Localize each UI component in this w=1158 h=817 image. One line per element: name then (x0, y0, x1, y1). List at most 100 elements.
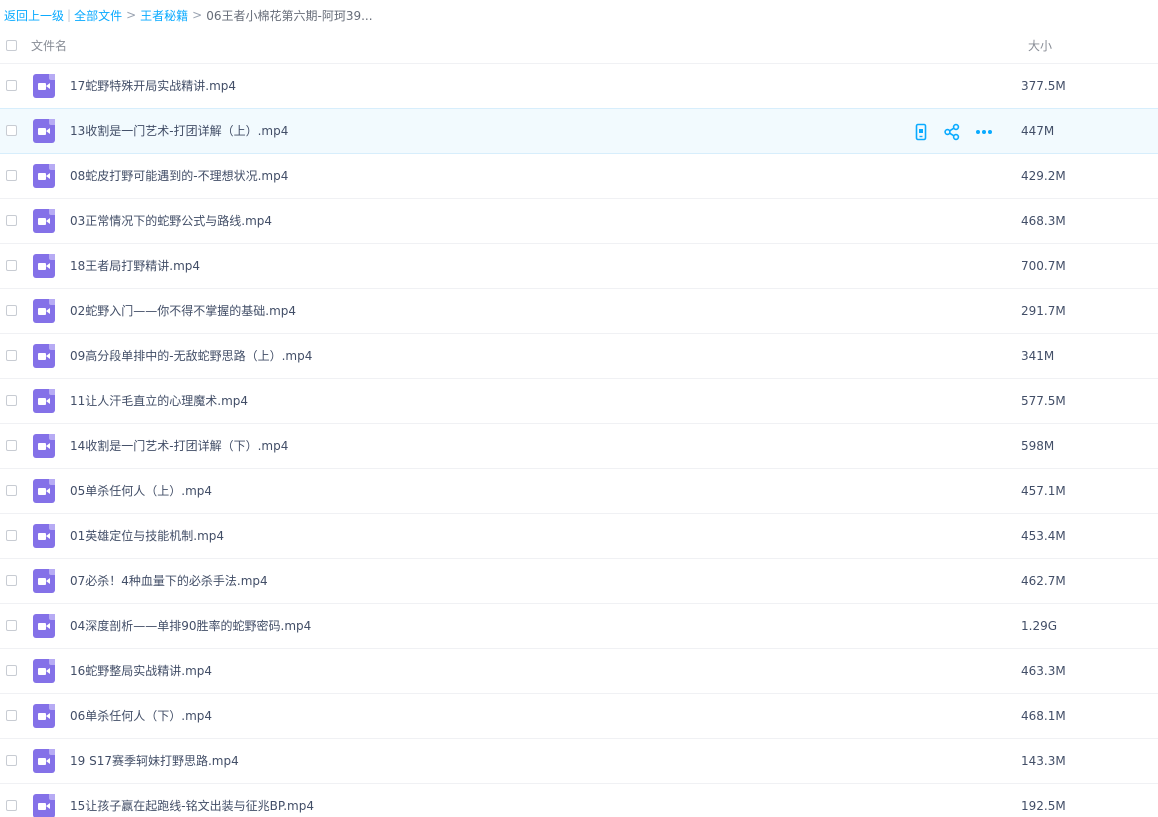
file-size: 377.5M (1021, 79, 1066, 93)
row-checkbox[interactable] (6, 350, 17, 361)
file-row[interactable]: 19 S17赛季轲妹打野思路.mp4 143.3M (0, 739, 1158, 784)
file-size: 468.3M (1021, 214, 1066, 228)
row-checkbox[interactable] (6, 620, 17, 631)
breadcrumb-separator: > (126, 8, 137, 22)
file-name[interactable]: 06单杀任何人（下）.mp4 (70, 694, 212, 739)
file-size: 457.1M (1021, 484, 1066, 498)
file-name[interactable]: 03正常情况下的蛇野公式与路线.mp4 (70, 199, 272, 244)
row-checkbox[interactable] (6, 170, 17, 181)
file-size: 700.7M (1021, 259, 1066, 273)
file-name[interactable]: 08蛇皮打野可能遇到的-不理想状况.mp4 (70, 154, 288, 199)
file-list-header: 文件名 大小 (0, 28, 1158, 64)
back-link[interactable]: 返回上一级 (4, 7, 64, 24)
file-name[interactable]: 15让孩子赢在起跑线-铭文出装与征兆BP.mp4 (70, 784, 314, 817)
file-size: 577.5M (1021, 394, 1066, 408)
file-name[interactable]: 16蛇野整局实战精讲.mp4 (70, 649, 212, 694)
file-row[interactable]: 15让孩子赢在起跑线-铭文出装与征兆BP.mp4 192.5M (0, 784, 1158, 817)
video-file-icon (33, 659, 55, 683)
row-checkbox[interactable] (6, 665, 17, 676)
file-size: 598M (1021, 439, 1055, 453)
file-row[interactable]: 06单杀任何人（下）.mp4 468.1M (0, 694, 1158, 739)
video-file-icon (33, 569, 55, 593)
row-checkbox[interactable] (6, 80, 17, 91)
file-size: 192.5M (1021, 799, 1066, 813)
file-row[interactable]: 16蛇野整局实战精讲.mp4 463.3M (0, 649, 1158, 694)
file-name[interactable]: 19 S17赛季轲妹打野思路.mp4 (70, 739, 239, 784)
file-row[interactable]: 18王者局打野精讲.mp4 700.7M (0, 244, 1158, 289)
file-row[interactable]: 05单杀任何人（上）.mp4 457.1M (0, 469, 1158, 514)
video-file-icon (33, 794, 55, 817)
column-header-name[interactable]: 文件名 (31, 28, 67, 64)
file-row[interactable]: 03正常情况下的蛇野公式与路线.mp4 468.3M (0, 199, 1158, 244)
phone-icon[interactable] (912, 123, 930, 141)
file-list: 17蛇野特殊开局实战精讲.mp4 377.5M 13收割是一门艺术-打团详解（上）.… (0, 64, 1158, 817)
video-file-icon (33, 434, 55, 458)
row-checkbox[interactable] (6, 125, 17, 136)
file-row[interactable]: 11让人汗毛直立的心理魔术.mp4 577.5M (0, 379, 1158, 424)
video-file-icon (33, 479, 55, 503)
file-row[interactable]: 04深度剖析——单排90胜率的蛇野密码.mp4 1.29G (0, 604, 1158, 649)
file-size: 447M (1021, 124, 1055, 138)
row-checkbox[interactable] (6, 215, 17, 226)
video-file-icon (33, 344, 55, 368)
file-size: 291.7M (1021, 304, 1066, 318)
row-checkbox[interactable] (6, 260, 17, 271)
row-checkbox[interactable] (6, 710, 17, 721)
row-checkbox[interactable] (6, 305, 17, 316)
video-file-icon (33, 74, 55, 98)
row-checkbox[interactable] (6, 485, 17, 496)
file-name[interactable]: 01英雄定位与技能机制.mp4 (70, 514, 224, 559)
more-icon[interactable] (975, 123, 993, 141)
video-file-icon (33, 209, 55, 233)
breadcrumb-divider: | (67, 8, 72, 22)
video-file-icon (33, 254, 55, 278)
select-all-checkbox[interactable] (6, 40, 17, 51)
file-name[interactable]: 02蛇野入门——你不得不掌握的基础.mp4 (70, 289, 296, 334)
file-name[interactable]: 07必杀！4种血量下的必杀手法.mp4 (70, 559, 268, 604)
file-name[interactable]: 05单杀任何人（上）.mp4 (70, 469, 212, 514)
file-row[interactable]: 13收割是一门艺术-打团详解（上）.mp4 447M (0, 108, 1158, 154)
share-icon[interactable] (943, 123, 961, 141)
row-checkbox[interactable] (6, 440, 17, 451)
file-name[interactable]: 14收割是一门艺术-打团详解（下）.mp4 (70, 424, 288, 469)
column-header-size[interactable]: 大小 (1028, 28, 1052, 64)
video-file-icon (33, 614, 55, 638)
row-checkbox[interactable] (6, 755, 17, 766)
video-file-icon (33, 389, 55, 413)
file-row[interactable]: 07必杀！4种血量下的必杀手法.mp4 462.7M (0, 559, 1158, 604)
video-file-icon (33, 704, 55, 728)
file-row[interactable]: 02蛇野入门——你不得不掌握的基础.mp4 291.7M (0, 289, 1158, 334)
file-size: 341M (1021, 349, 1055, 363)
file-name[interactable]: 04深度剖析——单排90胜率的蛇野密码.mp4 (70, 604, 311, 649)
breadcrumb-all-files[interactable]: 全部文件 (74, 7, 122, 24)
video-file-icon (33, 164, 55, 188)
breadcrumb: 返回上一级 | 全部文件 > 王者秘籍 > 06王者小棉花第六期-阿珂39... (4, 6, 373, 24)
row-checkbox[interactable] (6, 395, 17, 406)
file-name[interactable]: 17蛇野特殊开局实战精讲.mp4 (70, 64, 236, 109)
row-checkbox[interactable] (6, 800, 17, 811)
video-file-icon (33, 524, 55, 548)
file-browser: 返回上一级 | 全部文件 > 王者秘籍 > 06王者小棉花第六期-阿珂39...… (0, 0, 1158, 817)
file-name[interactable]: 18王者局打野精讲.mp4 (70, 244, 200, 289)
file-name[interactable]: 09高分段单排中的-无敌蛇野思路（上）.mp4 (70, 334, 312, 379)
video-file-icon (33, 119, 55, 143)
file-row[interactable]: 08蛇皮打野可能遇到的-不理想状况.mp4 429.2M (0, 154, 1158, 199)
row-checkbox[interactable] (6, 530, 17, 541)
row-checkbox[interactable] (6, 575, 17, 586)
breadcrumb-separator: > (192, 8, 203, 22)
file-row[interactable]: 17蛇野特殊开局实战精讲.mp4 377.5M (0, 64, 1158, 109)
file-size: 463.3M (1021, 664, 1066, 678)
file-row[interactable]: 09高分段单排中的-无敌蛇野思路（上）.mp4 341M (0, 334, 1158, 379)
file-size: 143.3M (1021, 754, 1066, 768)
file-size: 453.4M (1021, 529, 1066, 543)
file-name[interactable]: 13收割是一门艺术-打团详解（上）.mp4 (70, 109, 288, 154)
video-file-icon (33, 749, 55, 773)
file-row[interactable]: 14收割是一门艺术-打团详解（下）.mp4 598M (0, 424, 1158, 469)
breadcrumb-current-folder: 06王者小棉花第六期-阿珂39... (206, 8, 373, 23)
file-size: 1.29G (1021, 619, 1058, 633)
file-size: 429.2M (1021, 169, 1066, 183)
breadcrumb-parent-folder[interactable]: 王者秘籍 (140, 7, 188, 24)
file-size: 468.1M (1021, 709, 1066, 723)
file-row[interactable]: 01英雄定位与技能机制.mp4 453.4M (0, 514, 1158, 559)
file-name[interactable]: 11让人汗毛直立的心理魔术.mp4 (70, 379, 248, 424)
